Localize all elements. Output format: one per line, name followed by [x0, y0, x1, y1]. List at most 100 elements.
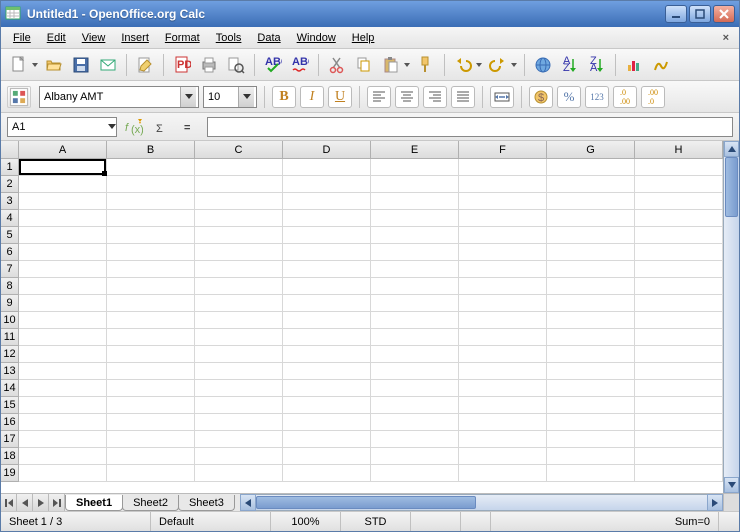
save-button[interactable]: [69, 53, 93, 77]
status-sum[interactable]: Sum=0: [491, 512, 719, 531]
align-justify-button[interactable]: [451, 86, 475, 108]
cell[interactable]: [19, 244, 107, 261]
row-header[interactable]: 17: [1, 431, 19, 448]
cell[interactable]: [635, 193, 723, 210]
cell[interactable]: [195, 363, 283, 380]
cell[interactable]: [195, 329, 283, 346]
status-selection-mode[interactable]: [411, 512, 461, 531]
cell[interactable]: [547, 312, 635, 329]
cell[interactable]: [19, 193, 107, 210]
cell[interactable]: [195, 397, 283, 414]
hyperlink-button[interactable]: [531, 53, 555, 77]
row-header[interactable]: 13: [1, 363, 19, 380]
cell[interactable]: [107, 176, 195, 193]
cell[interactable]: [371, 278, 459, 295]
cell[interactable]: [459, 431, 547, 448]
cell[interactable]: [19, 312, 107, 329]
column-header[interactable]: B: [107, 141, 195, 159]
menu-view[interactable]: View: [74, 30, 114, 46]
status-zoom[interactable]: 100%: [271, 512, 341, 531]
cell[interactable]: [547, 448, 635, 465]
italic-button[interactable]: I: [300, 86, 324, 108]
select-all-corner[interactable]: [1, 141, 19, 159]
cell[interactable]: [195, 414, 283, 431]
spellcheck-button[interactable]: ABC: [261, 53, 285, 77]
cell[interactable]: [195, 193, 283, 210]
row-header[interactable]: 9: [1, 295, 19, 312]
cell[interactable]: [635, 159, 723, 176]
cell[interactable]: [547, 414, 635, 431]
close-button[interactable]: [713, 5, 735, 23]
cell[interactable]: [283, 193, 371, 210]
add-decimal-button[interactable]: .0.00: [613, 86, 637, 108]
row-header[interactable]: 12: [1, 346, 19, 363]
scroll-down-button[interactable]: [724, 477, 739, 493]
cell[interactable]: [371, 397, 459, 414]
cell[interactable]: [547, 431, 635, 448]
cell[interactable]: [107, 193, 195, 210]
cell[interactable]: [459, 312, 547, 329]
row-header[interactable]: 16: [1, 414, 19, 431]
row-header[interactable]: 19: [1, 465, 19, 482]
row-header[interactable]: 6: [1, 244, 19, 261]
cell[interactable]: [283, 397, 371, 414]
cell[interactable]: [635, 278, 723, 295]
cell[interactable]: [635, 329, 723, 346]
cell[interactable]: [459, 227, 547, 244]
cell[interactable]: [283, 244, 371, 261]
remove-decimal-button[interactable]: .00.0: [641, 86, 665, 108]
cell[interactable]: [19, 176, 107, 193]
row-header[interactable]: 4: [1, 210, 19, 227]
cell[interactable]: [195, 448, 283, 465]
cell[interactable]: [195, 431, 283, 448]
cell[interactable]: [547, 261, 635, 278]
cell[interactable]: [107, 380, 195, 397]
print-button[interactable]: [197, 53, 221, 77]
cell[interactable]: [283, 414, 371, 431]
cell[interactable]: [19, 397, 107, 414]
number-format-button[interactable]: 123: [585, 86, 609, 108]
tab-first-button[interactable]: [1, 494, 17, 511]
cell[interactable]: [19, 227, 107, 244]
cell[interactable]: [19, 295, 107, 312]
cell[interactable]: [371, 380, 459, 397]
sum-button[interactable]: Σ: [151, 117, 173, 137]
cell[interactable]: [635, 431, 723, 448]
cell[interactable]: [371, 431, 459, 448]
cell[interactable]: [459, 210, 547, 227]
cell[interactable]: [547, 244, 635, 261]
cell[interactable]: [459, 278, 547, 295]
cell[interactable]: [107, 431, 195, 448]
cell[interactable]: [635, 244, 723, 261]
sheet-tab[interactable]: Sheet3: [178, 495, 235, 511]
cell[interactable]: [371, 414, 459, 431]
cell[interactable]: [635, 380, 723, 397]
cell[interactable]: [283, 329, 371, 346]
function-button[interactable]: =: [179, 117, 201, 137]
cell[interactable]: [459, 176, 547, 193]
cell[interactable]: [107, 397, 195, 414]
cell[interactable]: [547, 227, 635, 244]
cell[interactable]: [283, 227, 371, 244]
cell[interactable]: [547, 397, 635, 414]
row-header[interactable]: 7: [1, 261, 19, 278]
cell[interactable]: [635, 465, 723, 482]
cell[interactable]: [19, 363, 107, 380]
show-draw-functions-button[interactable]: [649, 53, 673, 77]
cell[interactable]: [195, 312, 283, 329]
name-box[interactable]: [7, 117, 117, 137]
cell[interactable]: [547, 210, 635, 227]
close-document-button[interactable]: ×: [717, 30, 735, 46]
cell[interactable]: [19, 278, 107, 295]
cell[interactable]: [283, 176, 371, 193]
cell[interactable]: [107, 278, 195, 295]
cell[interactable]: [459, 397, 547, 414]
sheet-tab[interactable]: Sheet1: [65, 495, 123, 511]
cell[interactable]: [371, 227, 459, 244]
cell[interactable]: [19, 380, 107, 397]
status-page-style[interactable]: Default: [151, 512, 271, 531]
tab-prev-button[interactable]: [17, 494, 33, 511]
cell[interactable]: [195, 261, 283, 278]
cell[interactable]: [371, 193, 459, 210]
cell[interactable]: [459, 244, 547, 261]
